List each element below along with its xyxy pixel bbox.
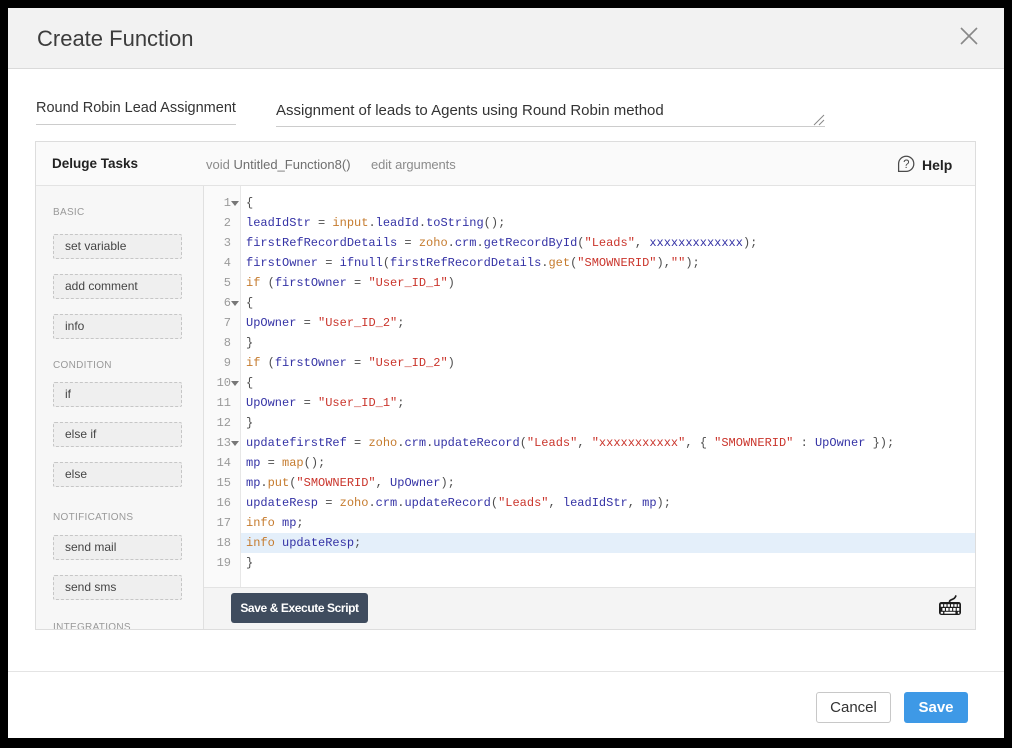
svg-text:?: ? xyxy=(903,159,909,171)
